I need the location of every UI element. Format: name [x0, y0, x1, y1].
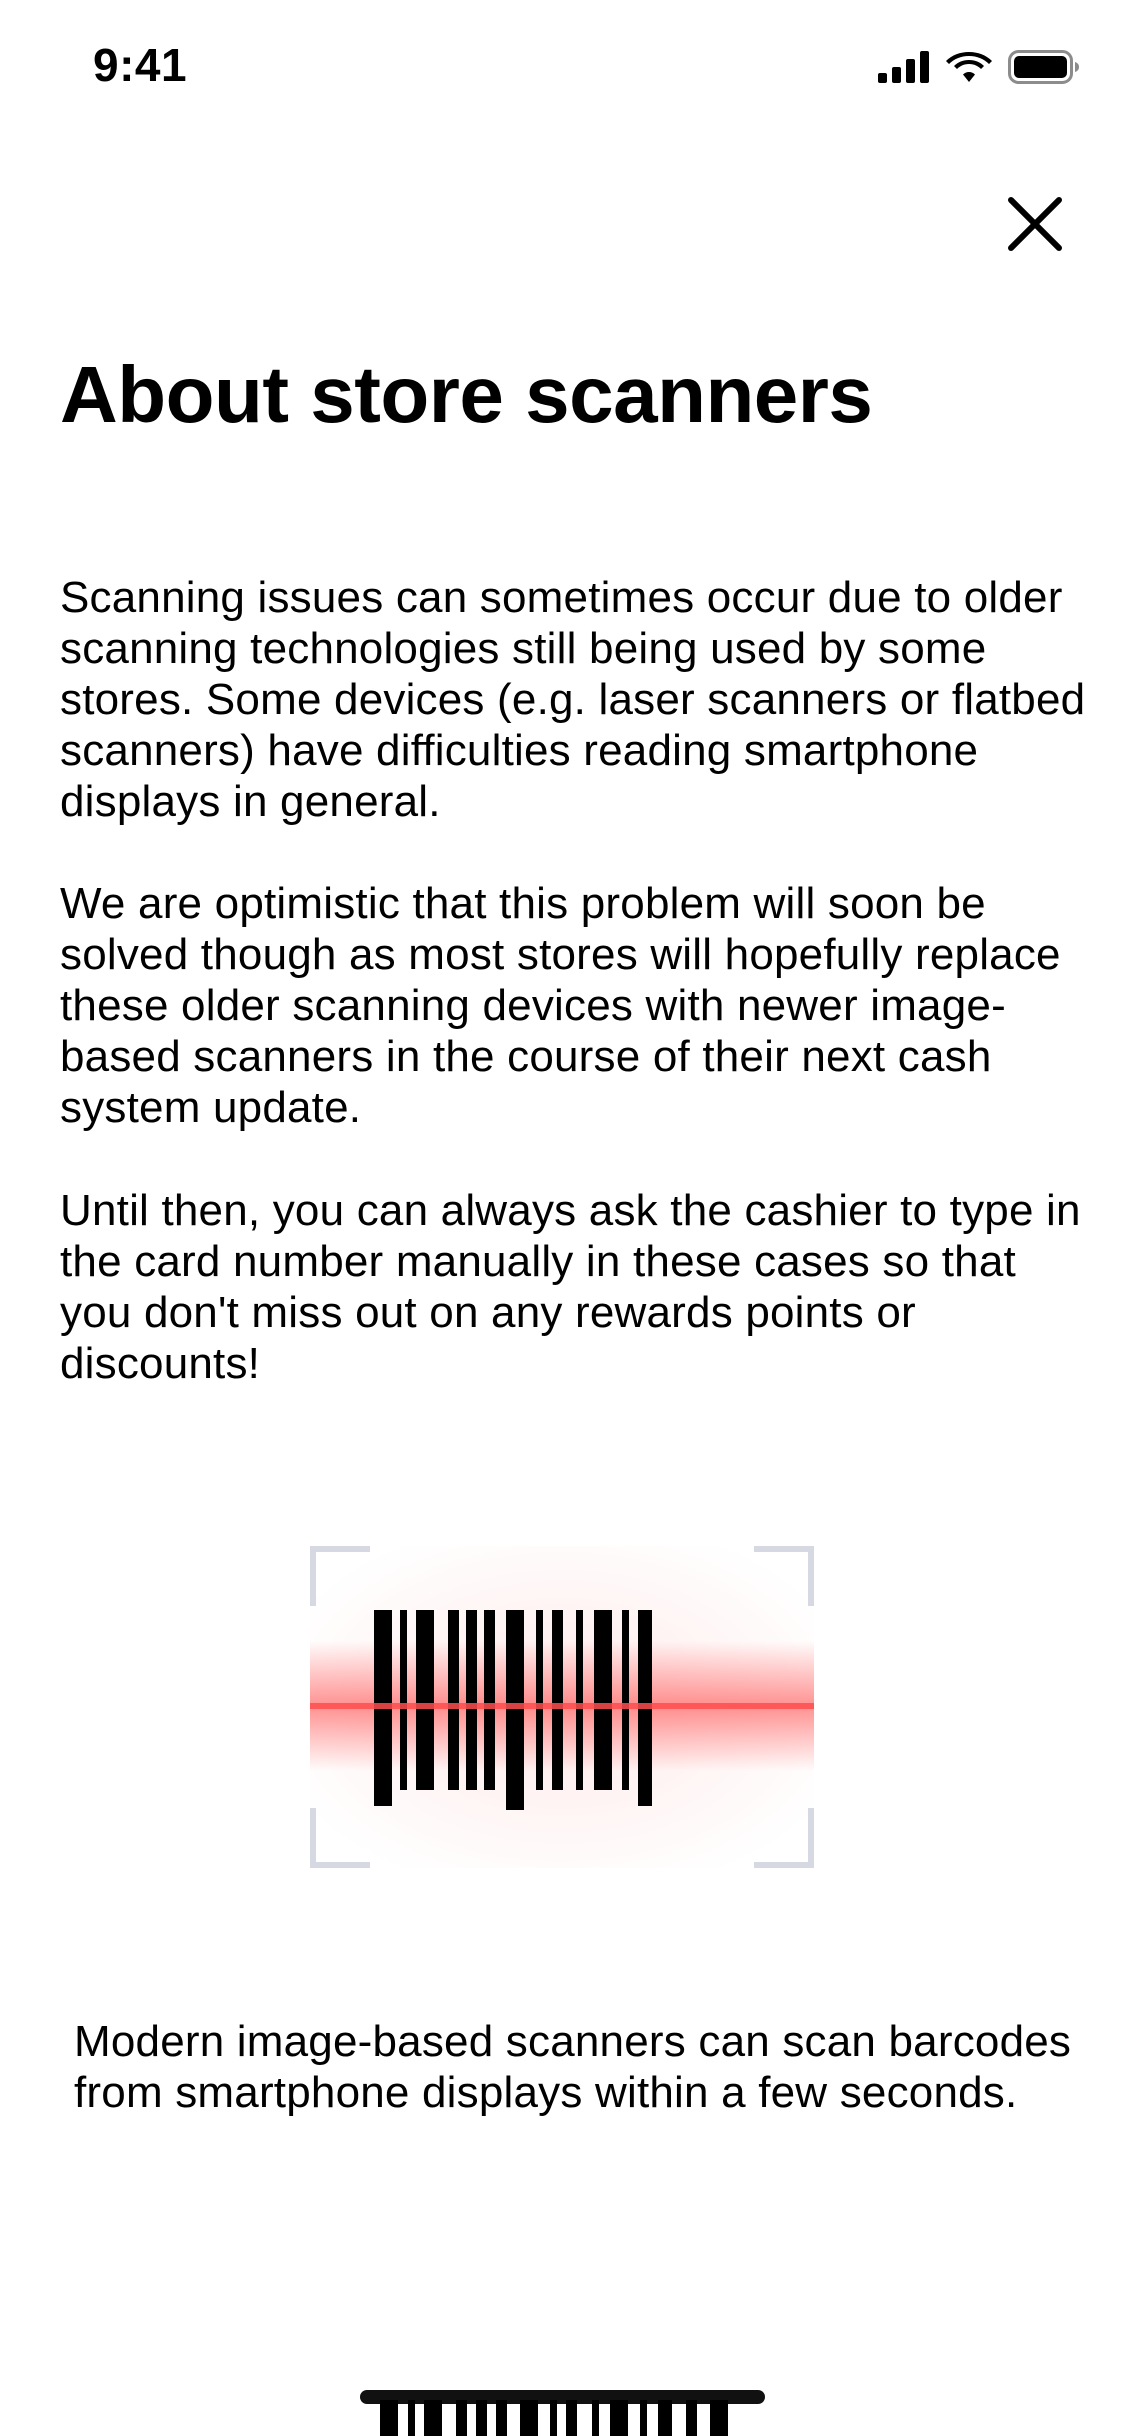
body-paragraph-1: Scanning issues can sometimes occur due … — [60, 573, 1086, 826]
barcode-peek-illustration — [360, 2390, 765, 2436]
status-bar: 9:41 — [0, 0, 1125, 132]
page-title: About store scanners — [60, 350, 873, 439]
barcode-scanner-illustration — [310, 1546, 814, 1868]
body-paragraph-2: We are optimistic that this problem will… — [60, 879, 1061, 1132]
close-icon[interactable] — [1005, 194, 1065, 254]
battery-icon — [1008, 50, 1079, 84]
status-time: 9:41 — [93, 39, 188, 91]
status-icons — [878, 50, 1080, 84]
cellular-signal-icon — [878, 51, 929, 83]
body-paragraph-3: Until then, you can always ask the cashi… — [60, 1186, 1081, 1388]
illustration-caption: Modern image-based scanners can scan bar… — [74, 2017, 1072, 2117]
wifi-icon — [946, 52, 992, 82]
